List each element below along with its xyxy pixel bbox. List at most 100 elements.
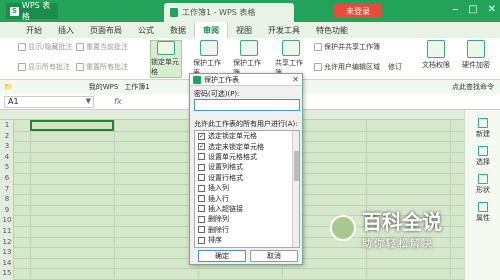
checkbox[interactable] xyxy=(198,215,205,223)
row-number[interactable]: 3 xyxy=(0,142,14,150)
command-search[interactable]: 点此查找命令 xyxy=(452,82,494,92)
panel-new-label: 新建 xyxy=(476,130,490,138)
show-hide-comment-button[interactable]: 显示/隐藏批注 xyxy=(18,42,72,52)
hardware-encrypt-button[interactable]: 硬件加密 xyxy=(460,40,492,78)
checkbox[interactable] xyxy=(198,195,205,203)
shield-icon xyxy=(200,40,218,56)
lock-icon xyxy=(157,41,175,55)
comment-icon xyxy=(76,63,84,71)
password-label: 密码(可选)(P): xyxy=(194,90,240,98)
panel-shape[interactable]: 形状 xyxy=(465,174,500,195)
checkbox[interactable] xyxy=(198,163,205,171)
tab-page-layout[interactable]: 页面布局 xyxy=(82,22,130,38)
checkbox[interactable]: ✓ xyxy=(198,143,205,151)
row-number[interactable]: 2 xyxy=(0,132,14,140)
tab-developer[interactable]: 开发工具 xyxy=(260,22,308,38)
row-number[interactable]: 5 xyxy=(0,163,14,171)
shield-icon xyxy=(240,40,258,56)
row-number[interactable]: 8 xyxy=(0,195,14,203)
doc-permission-button[interactable]: 文档权限 xyxy=(420,40,452,78)
permission-option-label: 选定未锁定单元格 xyxy=(208,142,264,151)
reset-current-comment-label: 重置当前批注 xyxy=(86,43,128,51)
select-icon xyxy=(478,146,488,156)
checkbox[interactable] xyxy=(198,153,205,161)
permission-option-label: 选定锁定单元格 xyxy=(208,132,257,141)
tab-review[interactable]: 审阅 xyxy=(194,22,228,38)
dialog-title-bar: 保护工作表 ✕ xyxy=(190,74,302,86)
row-number[interactable]: 12 xyxy=(0,238,14,246)
permission-option[interactable]: 设置行格式 xyxy=(195,173,299,183)
permission-options: ✓ 选定锁定单元格 ✓ 选定未锁定单元格 设置单元格格式 设置列格式 设置行格式 插入列 插入行… xyxy=(195,131,299,245)
password-input[interactable] xyxy=(194,99,300,111)
reset-current-comment-button[interactable]: 重置当前批注 xyxy=(76,42,128,52)
protect-share-button[interactable]: 保护并共享工作簿 xyxy=(314,42,380,52)
name-box[interactable]: A1 ▼ xyxy=(4,95,94,108)
protect-share-label: 保护并共享工作簿 xyxy=(324,43,380,51)
row-number[interactable]: 10 xyxy=(0,216,14,224)
reset-all-comments-button[interactable]: 重置所有批注 xyxy=(76,62,128,72)
folder-icon[interactable]: 📁 xyxy=(4,83,13,91)
selected-cell[interactable] xyxy=(30,120,114,131)
scrollbar[interactable] xyxy=(292,131,299,247)
minimize-icon[interactable]: ⎯ xyxy=(453,4,458,15)
row-number[interactable]: 9 xyxy=(0,206,14,214)
cancel-button[interactable]: 取消 xyxy=(250,250,298,262)
row-number[interactable]: 7 xyxy=(0,185,14,193)
row-number[interactable]: 4 xyxy=(0,153,14,161)
row-number[interactable]: 1 xyxy=(0,121,14,129)
permission-option[interactable]: 设置单元格格式 xyxy=(195,152,299,162)
row-number[interactable]: 6 xyxy=(0,174,14,182)
watermark-subtitle: 助你轻松解决 xyxy=(362,239,434,250)
document-tab[interactable]: 工作簿1 - WPS 表格 xyxy=(164,3,294,22)
checkbox[interactable]: ✓ xyxy=(198,132,205,140)
maximize-icon[interactable]: □ xyxy=(468,4,477,15)
tab-start[interactable]: 开始 xyxy=(18,22,50,38)
lock-cell-button[interactable]: 锁定单元格 xyxy=(150,40,182,78)
row-number[interactable]: 14 xyxy=(0,259,14,267)
checkbox[interactable] xyxy=(198,205,205,213)
permission-option[interactable]: 插入行 xyxy=(195,193,299,203)
tab-formula[interactable]: 公式 xyxy=(130,22,162,38)
app-menu-button[interactable]: S WPS 表格 xyxy=(6,1,58,21)
chevron-down-icon[interactable]: ▼ xyxy=(86,97,91,105)
permission-option[interactable]: ✓ 选定未锁定单元格 xyxy=(195,141,299,151)
permission-option[interactable]: 删除行 xyxy=(195,225,299,235)
tab-view[interactable]: 视图 xyxy=(228,22,260,38)
permission-option[interactable]: 插入列 xyxy=(195,183,299,193)
row-number[interactable]: 11 xyxy=(0,227,14,235)
permission-option-label: 插入超链接 xyxy=(208,204,243,213)
permission-option-label: 排序 xyxy=(208,236,222,245)
scroll-thumb[interactable] xyxy=(294,151,299,181)
panel-select[interactable]: 选择 xyxy=(465,146,500,167)
checkbox[interactable] xyxy=(198,236,205,244)
permission-option[interactable]: 设置列格式 xyxy=(195,162,299,172)
checkbox[interactable] xyxy=(198,184,205,192)
workbook-tab[interactable]: 工作簿1 xyxy=(124,82,149,92)
tab-features[interactable]: 特色功能 xyxy=(308,22,356,38)
tab-data[interactable]: 数据 xyxy=(162,22,194,38)
show-all-comments-button[interactable]: 显示所有批注 xyxy=(18,62,70,72)
my-wps-tab[interactable]: 我的WPS xyxy=(89,82,119,92)
function-icon[interactable]: fx xyxy=(114,97,122,106)
checkbox[interactable] xyxy=(198,174,205,182)
permission-icon xyxy=(427,40,445,58)
login-button[interactable]: 未登录 xyxy=(334,4,382,18)
wps-logo-icon xyxy=(193,75,201,84)
permission-option[interactable]: 排序 xyxy=(195,235,299,245)
ok-button[interactable]: 确定 xyxy=(198,250,246,262)
checkbox[interactable] xyxy=(198,226,205,234)
close-icon[interactable]: ✕ xyxy=(488,4,496,15)
permission-option[interactable]: 删除列 xyxy=(195,214,299,224)
panel-new[interactable]: 新建 xyxy=(465,118,500,139)
permission-option[interactable]: ✓ 选定锁定单元格 xyxy=(195,131,299,141)
revise-button[interactable]: 修订 xyxy=(388,62,402,72)
row-number[interactable]: 15 xyxy=(0,269,14,277)
allow-edit-range-label: 允许用户编辑区域 xyxy=(324,63,380,71)
tab-insert[interactable]: 插入 xyxy=(50,22,82,38)
allow-edit-range-button[interactable]: 允许用户编辑区域 xyxy=(314,62,380,72)
permission-option[interactable]: 插入超链接 xyxy=(195,204,299,214)
close-icon[interactable]: ✕ xyxy=(292,75,299,84)
row-number[interactable]: 13 xyxy=(0,248,14,256)
window-controls: ⎯ □ ✕ xyxy=(453,4,496,15)
new-icon xyxy=(478,118,488,128)
